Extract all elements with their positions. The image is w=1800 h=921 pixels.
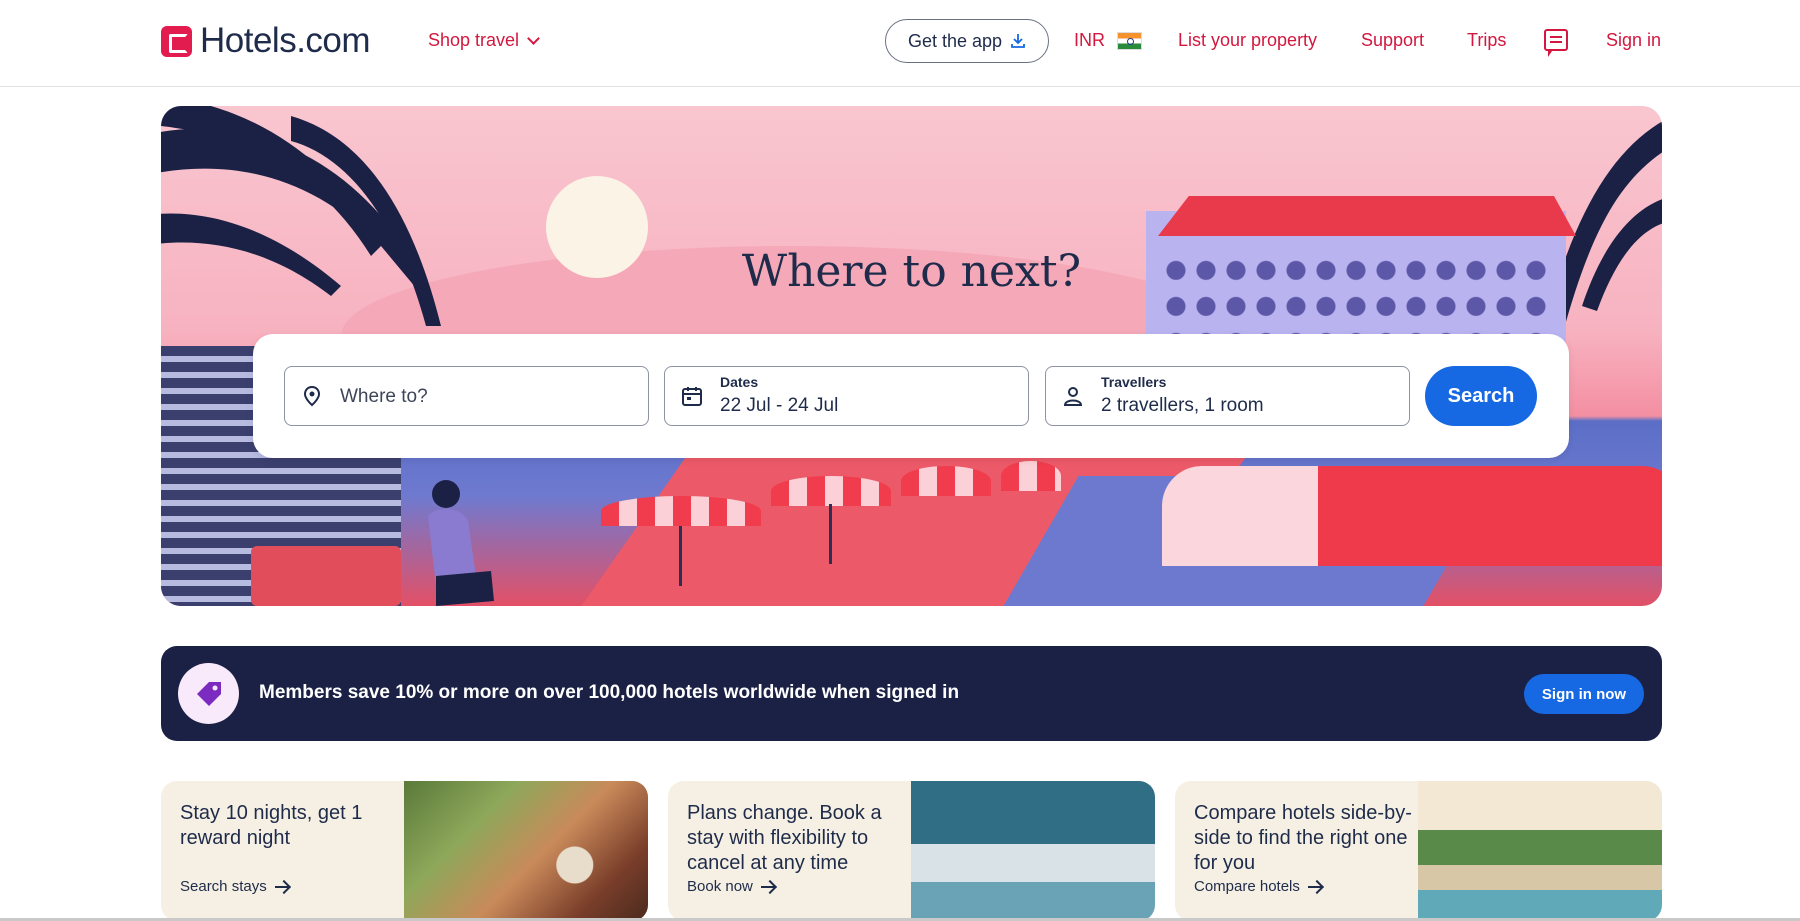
umbrella-pole xyxy=(829,504,832,564)
india-flag-icon xyxy=(1117,32,1142,51)
shop-travel-label: Shop travel xyxy=(428,30,520,50)
list-your-property-link[interactable]: List your property xyxy=(1178,30,1317,51)
promo-title: Plans change. Book a stay with flexibili… xyxy=(687,802,882,874)
lounger-illustration xyxy=(251,546,401,606)
seated-person-illustration xyxy=(428,480,494,606)
arrow-right-icon xyxy=(760,885,775,888)
sign-in-now-button[interactable]: Sign in now xyxy=(1524,674,1644,714)
umbrella-pole xyxy=(679,526,682,586)
site-header: Hotels.com Shop travel Get the app INR L… xyxy=(0,0,1800,87)
arrow-right-icon xyxy=(1307,885,1322,888)
members-banner: Members save 10% or more on over 100,000… xyxy=(161,646,1662,741)
location-pin-icon xyxy=(303,385,321,407)
calendar-icon xyxy=(682,387,702,406)
logo-text: Hotels.com xyxy=(200,21,371,60)
get-app-label: Get the app xyxy=(907,30,1003,51)
beach-umbrella-illustration xyxy=(901,466,991,496)
promo-link-label: Book now xyxy=(687,878,753,895)
travellers-label: Travellers xyxy=(1101,374,1167,390)
currency-selector[interactable]: INR xyxy=(1074,30,1142,51)
hotel-roof-illustration xyxy=(1158,196,1576,236)
price-tag-icon xyxy=(197,682,221,706)
person-icon xyxy=(1063,387,1083,406)
get-the-app-button[interactable]: Get the app xyxy=(885,19,1049,63)
tag-icon-circle xyxy=(178,663,239,724)
resort-pool-photo xyxy=(1418,781,1662,921)
large-umbrella-illustration xyxy=(1162,466,1662,566)
dates-field[interactable]: Dates 22 Jul - 24 Jul xyxy=(664,366,1029,426)
search-form: Where to? Dates 22 Jul - 24 Jul Travelle… xyxy=(253,334,1569,458)
beach-umbrella-illustration xyxy=(771,476,891,506)
destination-placeholder: Where to? xyxy=(340,386,428,407)
hotels-logo-icon xyxy=(161,25,192,57)
beach-umbrella-illustration xyxy=(601,496,761,526)
download-icon xyxy=(1011,34,1025,48)
travellers-value: 2 travellers, 1 room xyxy=(1101,395,1264,416)
chevron-down-icon xyxy=(527,31,540,45)
hotels-logo[interactable]: Hotels.com xyxy=(161,21,371,60)
promo-link-label: Compare hotels xyxy=(1194,878,1300,895)
promo-card-flexibility[interactable]: Plans change. Book a stay with flexibili… xyxy=(668,781,1155,921)
promo-card-rewards[interactable]: Stay 10 nights, get 1 reward night Searc… xyxy=(161,781,648,921)
compare-hotels-link[interactable]: Compare hotels xyxy=(1194,878,1322,895)
travellers-field[interactable]: Travellers 2 travellers, 1 room xyxy=(1045,366,1410,426)
destination-field[interactable]: Where to? xyxy=(284,366,649,426)
promo-title: Stay 10 nights, get 1 reward night xyxy=(180,802,363,849)
search-stays-link[interactable]: Search stays xyxy=(180,878,289,895)
chat-icon[interactable] xyxy=(1544,29,1568,57)
support-link[interactable]: Support xyxy=(1361,30,1424,51)
promo-link-label: Search stays xyxy=(180,878,267,895)
currency-label: INR xyxy=(1074,30,1105,50)
trips-link[interactable]: Trips xyxy=(1467,30,1506,51)
dates-label: Dates xyxy=(720,374,759,390)
hero-title: Where to next? xyxy=(741,246,1082,297)
promo-title: Compare hotels side-by-side to find the … xyxy=(1194,802,1412,874)
sign-in-link[interactable]: Sign in xyxy=(1606,30,1661,51)
arrow-right-icon xyxy=(274,885,289,888)
members-message: Members save 10% or more on over 100,000… xyxy=(259,682,960,703)
promo-card-compare[interactable]: Compare hotels side-by-side to find the … xyxy=(1175,781,1662,921)
hotel-room-photo xyxy=(911,781,1155,921)
dates-value: 22 Jul - 24 Jul xyxy=(720,395,839,416)
shop-travel-menu[interactable]: Shop travel xyxy=(428,30,540,51)
search-button[interactable]: Search xyxy=(1425,366,1537,426)
beach-umbrella-illustration xyxy=(1001,461,1061,491)
book-now-link[interactable]: Book now xyxy=(687,878,775,895)
dining-photo xyxy=(404,781,648,921)
